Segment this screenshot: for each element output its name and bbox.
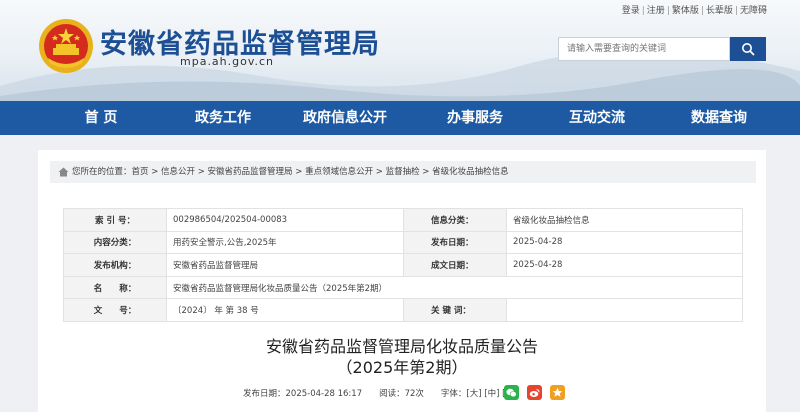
breadcrumb-text[interactable]: 您所在的位置：首页 > 信息公开 > 安徽省药品监督管理局 > 重点领域信息公开… <box>72 167 509 177</box>
site-domain: mpa.ah.gov.cn <box>180 55 275 68</box>
name-label: 名 称： <box>63 275 167 300</box>
login-link[interactable]: 登录 <box>621 6 641 16</box>
share-wechat-button[interactable] <box>504 385 519 400</box>
article-title-line1: 安徽省药品监督管理局化妆品质量公告 <box>265 337 538 356</box>
article-title-line2: （2025年第2期） <box>336 358 468 377</box>
name-value: 安徽省药品监督管理局化妆品质量公告（2025年第2期） <box>166 275 743 300</box>
weibo-icon <box>529 388 540 397</box>
nav-government-work[interactable]: 政务工作 <box>151 101 295 135</box>
keywords-value <box>506 298 743 322</box>
table-row: 发布机构： 安徽省药品监督管理局 成文日期： 2025-04-28 <box>63 253 743 277</box>
table-row: 索 引 号： 002986504/202504-00083 信息分类： 省级化妆… <box>63 208 743 232</box>
nav-home[interactable]: 首 页 <box>51 101 151 135</box>
doc-number-value: 〔2024〕 年 第 38 号 <box>166 298 404 322</box>
accessibility-link[interactable]: 无障碍 <box>739 6 768 16</box>
site-header: 登录 | 注册 | 繁体版 | 长辈版 | 无障碍 安徽省药品监督管理局 mpa.ah.gov.… <box>0 0 800 101</box>
nav-info-disclosure[interactable]: 政府信息公开 <box>295 101 395 135</box>
nav-data-query[interactable]: 数据查询 <box>639 101 799 135</box>
search-input[interactable] <box>558 37 730 61</box>
national-emblem-icon <box>39 19 93 73</box>
search-button[interactable] <box>730 37 766 61</box>
publish-info[interactable]: 发布日期：2025-04-28 16:17 阅读：72次 字体：[大] [中] … <box>243 387 517 399</box>
doc-number-label: 文 号： <box>63 298 167 322</box>
home-icon <box>58 167 69 177</box>
publisher-label: 发布机构： <box>63 253 167 277</box>
content-category-label: 内容分类： <box>63 230 167 255</box>
nav-services[interactable]: 办事服务 <box>395 101 555 135</box>
created-date-value: 2025-04-28 <box>506 253 743 277</box>
search-icon <box>742 43 755 56</box>
search-box <box>558 37 768 61</box>
favorite-icon <box>552 387 563 397</box>
top-links: 登录 | 注册 | 繁体版 | 长辈版 | 无障碍 <box>621 6 768 16</box>
table-row: 内容分类： 用药安全警示,公告,2025年 发布日期： 2025-04-28 <box>63 230 743 255</box>
created-date-label: 成文日期： <box>403 253 507 277</box>
category-value: 省级化妆品抽检信息 <box>506 208 743 232</box>
traditional-link[interactable]: 繁体版 <box>671 6 700 16</box>
share-favorite-button[interactable] <box>550 385 565 400</box>
table-row: 名 称： 安徽省药品监督管理局化妆品质量公告（2025年第2期） <box>63 275 743 300</box>
main-nav: 首 页 政务工作 政府信息公开 办事服务 互动交流 数据查询 <box>0 101 800 135</box>
index-label: 索 引 号： <box>63 208 167 232</box>
elder-version-link[interactable]: 长辈版 <box>705 6 734 16</box>
publisher-value: 安徽省药品监督管理局 <box>166 253 404 277</box>
index-value: 002986504/202504-00083 <box>166 208 404 232</box>
breadcrumb: 您所在的位置：首页 > 信息公开 > 安徽省药品监督管理局 > 重点领域信息公开… <box>50 161 756 183</box>
share-weibo-button[interactable] <box>527 385 542 400</box>
category-label: 信息分类： <box>403 208 507 232</box>
table-row: 文 号： 〔2024〕 年 第 38 号 关 键 词： <box>63 298 743 322</box>
content-panel: 您所在的位置：首页 > 信息公开 > 安徽省药品监督管理局 > 重点领域信息公开… <box>38 150 766 412</box>
publish-date-value: 2025-04-28 <box>506 230 743 255</box>
register-link[interactable]: 注册 <box>646 6 666 16</box>
keywords-label: 关 键 词： <box>403 298 507 322</box>
document-meta-table: 索 引 号： 002986504/202504-00083 信息分类： 省级化妆… <box>63 208 743 322</box>
article-title: 安徽省药品监督管理局化妆品质量公告 （2025年第2期） <box>38 336 766 378</box>
nav-interaction[interactable]: 互动交流 <box>555 101 639 135</box>
content-category-value: 用药安全警示,公告,2025年 <box>166 230 404 255</box>
publish-date-label: 发布日期： <box>403 230 507 255</box>
wechat-icon <box>506 388 517 397</box>
